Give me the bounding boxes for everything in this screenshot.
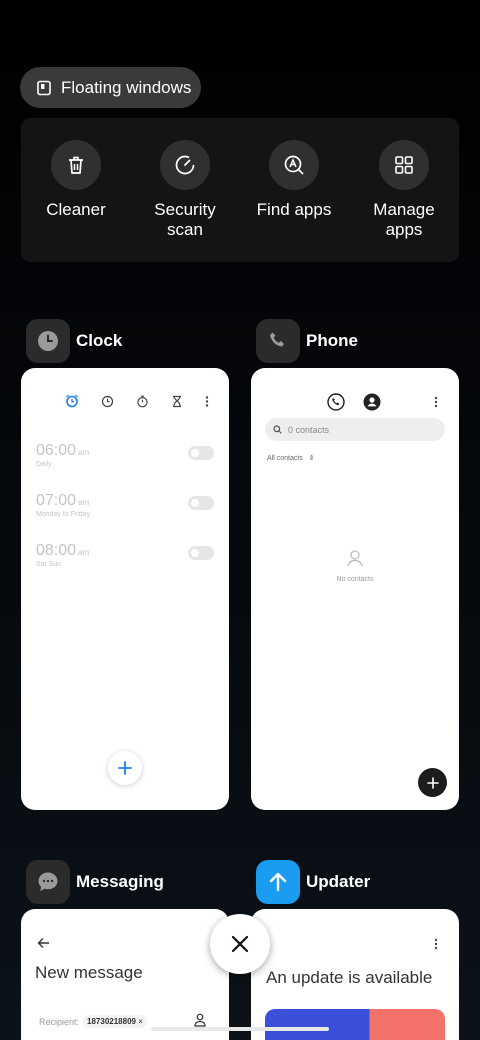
add-contact-button[interactable]: [418, 768, 447, 797]
alarm-time: 08:00: [36, 542, 77, 559]
cleaner-button[interactable]: Cleaner: [26, 140, 126, 220]
close-all-button[interactable]: [210, 914, 270, 974]
alarm-row[interactable]: 08:00 am Sat Sun: [36, 542, 214, 568]
calls-tab-icon[interactable]: [327, 393, 345, 411]
contacts-search-input[interactable]: 0 contacts: [265, 418, 445, 441]
alarm-toggle[interactable]: [188, 546, 214, 560]
find-apps-icon: [284, 155, 304, 175]
clock-app-header[interactable]: Clock: [26, 319, 122, 363]
phone-icon: [270, 332, 284, 347]
recipient-label: Recipient:: [39, 1016, 80, 1027]
timer-icon[interactable]: [171, 395, 183, 408]
remove-chip-icon[interactable]: ×: [138, 1017, 143, 1026]
update-banner-image: [265, 1009, 445, 1040]
contacts-tab-icon[interactable]: [363, 393, 381, 411]
updater-app-card[interactable]: An update is available: [251, 909, 459, 1040]
back-arrow-icon[interactable]: [37, 937, 50, 949]
clock-app-card[interactable]: 06:00 am Daily 07:00 am Monday to Friday 0…: [21, 368, 229, 810]
update-title: An update is available: [266, 968, 433, 987]
alarm-row[interactable]: 07:00 am Monday to Friday: [36, 492, 214, 518]
message-bubble-icon: [38, 872, 58, 891]
more-vertical-icon[interactable]: [205, 395, 209, 408]
security-scan-button[interactable]: Security scan: [135, 140, 235, 240]
world-clock-icon[interactable]: [101, 395, 114, 408]
messaging-app-card[interactable]: New message Recipient: 18730218809 ×: [21, 909, 229, 1040]
alarm-icon[interactable]: [65, 394, 79, 408]
security-scan-icon: [175, 155, 195, 175]
find-apps-icon-circle: [269, 140, 319, 190]
up-arrow-icon: [269, 872, 287, 892]
floating-window-icon: [37, 80, 51, 95]
chevron-updown-icon: ⇕: [308, 455, 315, 462]
add-alarm-button[interactable]: [108, 751, 142, 785]
alarm-row[interactable]: 06:00 am Daily: [36, 442, 214, 468]
alarm-ampm: am: [78, 448, 90, 457]
plus-icon: [426, 776, 439, 789]
alarm-toggle[interactable]: [188, 496, 214, 510]
more-vertical-icon[interactable]: [434, 396, 438, 408]
find-apps-label: Find apps: [256, 200, 332, 219]
contacts-filter-label: All contacts: [267, 455, 303, 462]
security-scan-label: Security scan: [154, 200, 216, 239]
floating-windows-button[interactable]: Floating windows: [20, 67, 201, 108]
manage-apps-label: Manage apps: [373, 200, 435, 239]
alarm-toggle[interactable]: [188, 446, 214, 460]
floating-windows-label: Floating windows: [61, 77, 192, 97]
phone-app-header[interactable]: Phone: [256, 319, 358, 363]
search-icon: [273, 425, 282, 434]
search-placeholder: 0 contacts: [288, 424, 330, 435]
recipient-chip-text: 18730218809: [87, 1017, 136, 1026]
close-icon: [231, 935, 249, 953]
phone-app-card[interactable]: 0 contacts All contacts ⇕ No contacts: [251, 368, 459, 810]
messaging-app-name: Messaging: [76, 872, 164, 891]
manage-apps-button[interactable]: Manage apps: [354, 140, 454, 240]
updater-app-name: Updater: [306, 872, 371, 891]
trash-icon: [69, 156, 83, 174]
recipient-chip[interactable]: 18730218809 ×: [83, 1015, 147, 1028]
cleaner-icon-circle: [51, 140, 101, 190]
empty-state: No contacts: [251, 548, 459, 583]
alarm-ampm: am: [78, 548, 90, 557]
updater-app-icon: [256, 860, 300, 904]
add-contact-icon[interactable]: [194, 1013, 206, 1027]
clock-tabs: [65, 394, 209, 408]
updater-app-header[interactable]: Updater: [256, 860, 370, 904]
alarm-time: 06:00: [36, 442, 77, 459]
quick-actions-panel: Cleaner Security scan Find apps Manage a…: [21, 118, 459, 262]
grid-icon: [395, 156, 413, 174]
recipient-field[interactable]: Recipient: 18730218809 ×: [39, 1015, 147, 1028]
alarm-time: 07:00: [36, 492, 77, 509]
manage-apps-icon-circle: [379, 140, 429, 190]
alarm-repeat: Monday to Friday: [36, 511, 91, 518]
contacts-filter-dropdown[interactable]: All contacts ⇕: [267, 454, 315, 462]
messaging-app-header[interactable]: Messaging: [26, 860, 164, 904]
alarm-repeat: Sat Sun: [36, 561, 61, 568]
clock-icon: [38, 331, 58, 351]
phone-app-name: Phone: [306, 331, 358, 350]
more-vertical-icon[interactable]: [434, 938, 438, 950]
find-apps-button[interactable]: Find apps: [244, 140, 344, 220]
person-icon: [347, 550, 363, 567]
alarm-repeat: Daily: [36, 461, 52, 468]
clock-app-icon: [26, 319, 70, 363]
messaging-app-icon: [26, 860, 70, 904]
phone-app-icon: [256, 319, 300, 363]
cleaner-label: Cleaner: [46, 200, 106, 219]
stopwatch-icon[interactable]: [136, 395, 149, 408]
alarm-ampm: am: [78, 498, 90, 507]
plus-icon: [118, 761, 132, 775]
message-title: New message: [35, 963, 143, 982]
security-scan-icon-circle: [160, 140, 210, 190]
home-indicator[interactable]: [151, 1027, 329, 1031]
clock-app-name: Clock: [76, 331, 123, 350]
empty-state-text: No contacts: [336, 576, 374, 583]
